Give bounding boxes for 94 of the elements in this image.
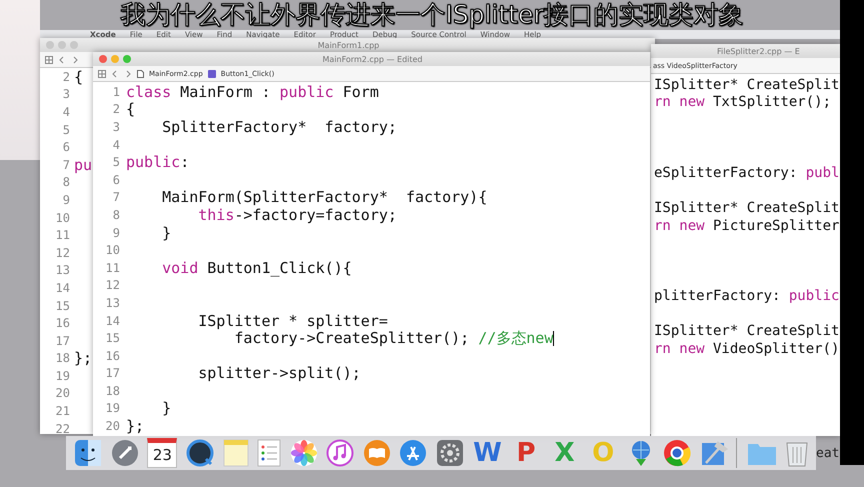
- code-line: ISplitter* CreateSplit: [654, 76, 840, 93]
- code-line: pu: [74, 156, 92, 174]
- letter-icon[interactable]: P: [516, 438, 536, 468]
- finder-icon[interactable]: [74, 439, 102, 467]
- gear-icon[interactable]: [436, 439, 464, 467]
- line-number: 22: [54, 422, 70, 434]
- line-number: 21: [54, 404, 70, 418]
- code-line: };: [126, 417, 144, 436]
- line-number: 17: [104, 366, 120, 380]
- calendar-icon[interactable]: 23: [147, 438, 178, 468]
- line-number: 5: [112, 155, 120, 170]
- music-note-icon[interactable]: [326, 439, 354, 467]
- q-circle-icon[interactable]: [186, 439, 214, 467]
- line-number: 2: [112, 102, 120, 116]
- code-line: }: [161, 399, 172, 418]
- code-line: rn new TxtSplitter();: [654, 94, 832, 110]
- code-line: SplitterFactory* factory;: [161, 118, 397, 136]
- line-number: 4: [112, 138, 120, 152]
- line-number: 7: [112, 190, 120, 204]
- line-number: 7: [62, 158, 70, 172]
- list-icon[interactable]: [257, 439, 282, 467]
- book-icon[interactable]: [362, 439, 391, 467]
- code-line: ISplitter* CreateSplit: [654, 323, 840, 340]
- line-number: 18: [54, 351, 70, 366]
- line-number: 16: [54, 316, 70, 330]
- code-line: ISplitter * splitter=: [197, 312, 388, 330]
- grid-icon[interactable]: [98, 70, 106, 78]
- code-line: plitterFactory: public: [654, 288, 840, 304]
- line-number: 3: [112, 120, 120, 134]
- line-number: 19: [104, 401, 120, 416]
- rocket-icon[interactable]: [110, 439, 139, 467]
- line-number: 6: [112, 172, 120, 187]
- code-line: class MainForm : public Form: [126, 82, 379, 101]
- line-number: 4: [62, 104, 70, 119]
- code-line: {: [126, 100, 136, 118]
- line-number: 12: [54, 246, 70, 260]
- grid-icon[interactable]: [45, 56, 53, 64]
- line-number: 16: [104, 348, 120, 363]
- code-line: }: [161, 224, 172, 242]
- line-number: 9: [62, 192, 70, 207]
- code-line: factory->CreateSplitter(); //多态new: [234, 328, 554, 348]
- line-number: 12: [104, 278, 120, 292]
- line-number: 9: [112, 226, 120, 240]
- line-number: 10: [104, 243, 120, 258]
- line-number: 15: [104, 331, 120, 346]
- line-number: 11: [54, 228, 70, 242]
- forward-icon[interactable]: [71, 56, 79, 64]
- file-icon: [137, 70, 144, 78]
- line-number: 14: [54, 280, 70, 295]
- code-line: eSplitterFactory: publ: [654, 164, 840, 181]
- line-number: 20: [104, 419, 120, 434]
- line-number: 8: [62, 175, 70, 190]
- hammer-icon[interactable]: [700, 439, 728, 467]
- zoom-icon[interactable]: [123, 55, 131, 63]
- window-title: FileSplitter2.cpp — E: [717, 46, 800, 56]
- line-number: 3: [62, 87, 70, 102]
- line-number: 18: [104, 384, 120, 398]
- back-icon[interactable]: [58, 56, 66, 64]
- code-fragment: eat: [816, 446, 840, 461]
- line-number: 1: [112, 84, 120, 99]
- window-title: MainForm2.cpp — Edited: [322, 54, 424, 64]
- code-line: };: [74, 349, 92, 368]
- method-icon: [208, 70, 216, 78]
- line-number: 13: [54, 263, 70, 278]
- code-line: MainForm(SplitterFactory* factory){: [161, 188, 488, 206]
- code-line: rn new VideoSplitter(): [654, 340, 840, 357]
- line-number: 11: [104, 260, 120, 275]
- code-line: splitter->split();: [197, 364, 361, 382]
- code-line: public:: [126, 153, 190, 172]
- code-line: ISplitter* CreateSplit: [654, 200, 840, 216]
- line-number: 14: [104, 314, 120, 328]
- forward-icon[interactable]: [124, 70, 132, 78]
- line-number: 5: [62, 122, 70, 137]
- line-number: 6: [62, 140, 70, 154]
- line-number: 10: [54, 210, 70, 225]
- line-number: 20: [54, 386, 70, 400]
- line-number: 13: [104, 296, 120, 310]
- flower-icon[interactable]: [290, 439, 318, 467]
- letter-icon[interactable]: W: [473, 438, 502, 468]
- window-title: MainForm1.cpp: [318, 40, 380, 50]
- app-store-icon[interactable]: [399, 439, 428, 467]
- code-line: {: [74, 68, 84, 86]
- browser-icon[interactable]: [663, 439, 692, 467]
- line-number: 17: [54, 334, 70, 348]
- line-number: 8: [112, 208, 120, 222]
- code-line: void Button1_Click(){: [161, 258, 352, 277]
- line-number: 15: [54, 298, 70, 313]
- dock-divider-icon: [736, 438, 738, 468]
- line-number: 19: [54, 368, 70, 383]
- close-icon[interactable]: [99, 55, 107, 63]
- code-line: this->factory=factory;: [197, 206, 397, 224]
- line-number: 2: [62, 70, 70, 84]
- back-icon[interactable]: [111, 70, 119, 78]
- code-line: rn new PictureSplitter: [654, 218, 840, 234]
